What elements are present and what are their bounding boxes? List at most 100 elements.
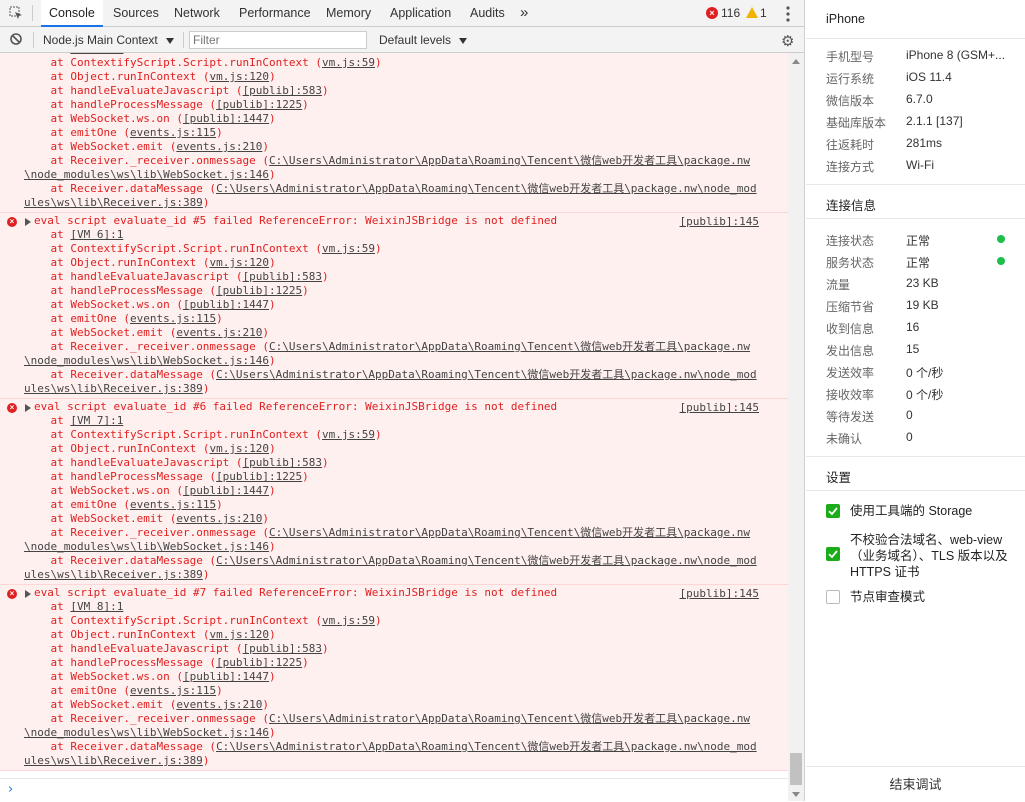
vm-link[interactable]: [VM 6]:1 <box>70 228 123 241</box>
setting-checkbox[interactable] <box>826 547 840 561</box>
console-error-message: × eval script evaluate_id #6 failed Refer… <box>0 399 788 585</box>
stack-location-link[interactable]: [publib]:1225 <box>216 98 302 111</box>
connection-info-value: 正常 <box>906 256 931 270</box>
kebab-menu-icon[interactable] <box>786 6 790 22</box>
end-debug-button[interactable]: 结束调试 <box>806 766 1025 802</box>
stack-location-link[interactable]: \node_modules\ws\lib\WebSocket.js:146 <box>24 726 269 739</box>
stack-location-link[interactable]: vm.js:59 <box>322 614 375 627</box>
stack-location-link[interactable]: [publib]:1447 <box>183 670 269 683</box>
settings-section-title: 设置 <box>826 471 852 485</box>
stack-location-link[interactable]: ules\ws\lib\Receiver.js:389 <box>24 196 203 209</box>
stack-location-link[interactable]: events.js:210 <box>176 140 262 153</box>
stack-location-link[interactable]: ules\ws\lib\Receiver.js:389 <box>24 382 203 395</box>
stack-location-link[interactable]: [publib]:1447 <box>183 298 269 311</box>
tab-console[interactable]: Console <box>41 0 103 27</box>
tab-sources[interactable]: Sources <box>113 0 159 26</box>
stack-location-link[interactable]: [publib]:583 <box>243 84 322 97</box>
device-info-value: iPhone 8 (GSM+... <box>906 48 1006 62</box>
stack-function: handleProcessMessage <box>70 656 203 669</box>
stack-location-link[interactable]: vm.js:120 <box>209 628 269 641</box>
stack-location-link[interactable]: [publib]:583 <box>243 456 322 469</box>
vm-link[interactable]: [VM 5]:1 <box>70 53 123 55</box>
connection-info-label: 服务状态 <box>826 256 875 270</box>
stack-location-link[interactable]: C:\Users\Administrator\AppData\Roaming\T… <box>269 340 750 353</box>
expand-triangle-icon[interactable] <box>25 218 31 226</box>
device-info-value: 2.1.1 [137] <box>906 114 963 128</box>
tab-application[interactable]: Application <box>390 0 451 26</box>
stack-location-link[interactable]: events.js:115 <box>130 684 216 697</box>
vm-link[interactable]: [VM 7]:1 <box>70 414 123 427</box>
stack-frame: at WebSocket.emit (events.js:210) <box>24 140 270 153</box>
stack-location-link[interactable]: ules\ws\lib\Receiver.js:389 <box>24 754 203 767</box>
setting-checkbox[interactable] <box>826 504 840 518</box>
stack-location-link[interactable]: \node_modules\ws\lib\WebSocket.js:146 <box>24 168 269 181</box>
stack-location-link[interactable]: C:\Users\Administrator\AppData\Roaming\T… <box>216 740 757 753</box>
tab-audits[interactable]: Audits <box>470 0 505 26</box>
error-count-icon[interactable]: × <box>706 7 718 19</box>
stack-frame: at Object.runInContext (vm.js:120) <box>24 442 276 455</box>
stack-function: WebSocket.emit <box>70 326 164 339</box>
stack-frame: at Object.runInContext (vm.js:120) <box>24 628 276 641</box>
stack-location-link[interactable]: vm.js:59 <box>322 428 375 441</box>
stack-location-link[interactable]: \node_modules\ws\lib\WebSocket.js:146 <box>24 354 269 367</box>
console-scrollbar[interactable] <box>788 53 804 801</box>
stack-location-link[interactable]: events.js:210 <box>176 698 262 711</box>
stack-location-link[interactable]: C:\Users\Administrator\AppData\Roaming\T… <box>269 526 750 539</box>
stack-frame: at Object.runInContext (vm.js:120) <box>24 256 276 269</box>
source-link[interactable]: [publib]:145 <box>680 215 759 228</box>
stack-location-link[interactable]: [publib]:1447 <box>183 484 269 497</box>
stack-location-link[interactable]: C:\Users\Administrator\AppData\Roaming\T… <box>269 712 750 725</box>
tab-network[interactable]: Network <box>174 0 220 26</box>
tab-bar: Console Sources Network Performance Memo… <box>0 0 804 27</box>
stack-location-link[interactable]: [publib]:583 <box>243 642 322 655</box>
clear-console-icon[interactable] <box>10 33 22 45</box>
stack-location-link[interactable]: [publib]:583 <box>243 270 322 283</box>
stack-location-link[interactable]: vm.js:120 <box>209 256 269 269</box>
stack-function: Receiver.dataMessage <box>70 368 203 381</box>
source-link[interactable]: [publib]:145 <box>680 401 759 414</box>
stack-location-link[interactable]: [publib]:1225 <box>216 284 302 297</box>
setting-checkbox[interactable] <box>826 590 840 604</box>
stack-function: handleEvaluateJavascript <box>70 270 230 283</box>
context-selector[interactable]: Node.js Main Context <box>43 33 175 47</box>
levels-label: Default levels <box>379 33 452 47</box>
vm-link[interactable]: [VM 8]:1 <box>70 600 123 613</box>
expand-triangle-icon[interactable] <box>25 404 31 412</box>
inspect-icon[interactable] <box>9 6 23 20</box>
console-prompt[interactable]: › <box>0 778 788 802</box>
stack-location-link[interactable]: vm.js:59 <box>322 242 375 255</box>
stack-location-link[interactable]: events.js:115 <box>130 312 216 325</box>
tab-performance[interactable]: Performance <box>239 0 311 26</box>
stack-location-link[interactable]: events.js:115 <box>130 126 216 139</box>
stack-location-link[interactable]: C:\Users\Administrator\AppData\Roaming\T… <box>269 154 750 167</box>
connection-section-title: 连接信息 <box>826 199 877 213</box>
stack-location-link[interactable]: [publib]:1225 <box>216 656 302 669</box>
stack-location-link[interactable]: [publib]:1447 <box>183 112 269 125</box>
stack-function: WebSocket.ws.on <box>70 484 170 497</box>
stack-location-link[interactable]: events.js:210 <box>176 512 262 525</box>
source-link[interactable]: [publib]:145 <box>680 587 759 600</box>
stack-location-link[interactable]: vm.js:120 <box>209 70 269 83</box>
tab-memory[interactable]: Memory <box>326 0 371 26</box>
gear-icon[interactable]: ⚙ <box>781 32 794 50</box>
expand-triangle-icon[interactable] <box>25 590 31 598</box>
stack-frame: at WebSocket.ws.on ([publib]:1447) <box>24 670 276 683</box>
error-header: eval script evaluate_id #6 failed Refere… <box>0 400 788 414</box>
stack-location-link[interactable]: \node_modules\ws\lib\WebSocket.js:146 <box>24 540 269 553</box>
stack-location-link[interactable]: [publib]:1225 <box>216 470 302 483</box>
stack-location-link[interactable]: C:\Users\Administrator\AppData\Roaming\T… <box>216 368 757 381</box>
stack-frame: at WebSocket.emit (events.js:210) <box>24 512 270 525</box>
stack-location-link[interactable]: events.js:210 <box>176 326 262 339</box>
stack-location-link[interactable]: vm.js:120 <box>209 442 269 455</box>
scrollbar-thumb[interactable] <box>790 753 802 785</box>
stack-location-link[interactable]: C:\Users\Administrator\AppData\Roaming\T… <box>216 182 757 195</box>
more-tabs-icon[interactable]: » <box>520 0 528 26</box>
stack-location-link[interactable]: ules\ws\lib\Receiver.js:389 <box>24 568 203 581</box>
context-label: Node.js Main Context <box>43 33 158 47</box>
status-ok-dot <box>997 257 1005 265</box>
stack-location-link[interactable]: C:\Users\Administrator\AppData\Roaming\T… <box>216 554 757 567</box>
levels-selector[interactable]: Default levels <box>379 33 468 47</box>
filter-input[interactable] <box>189 31 367 49</box>
stack-location-link[interactable]: events.js:115 <box>130 498 216 511</box>
stack-location-link[interactable]: vm.js:59 <box>322 56 375 69</box>
